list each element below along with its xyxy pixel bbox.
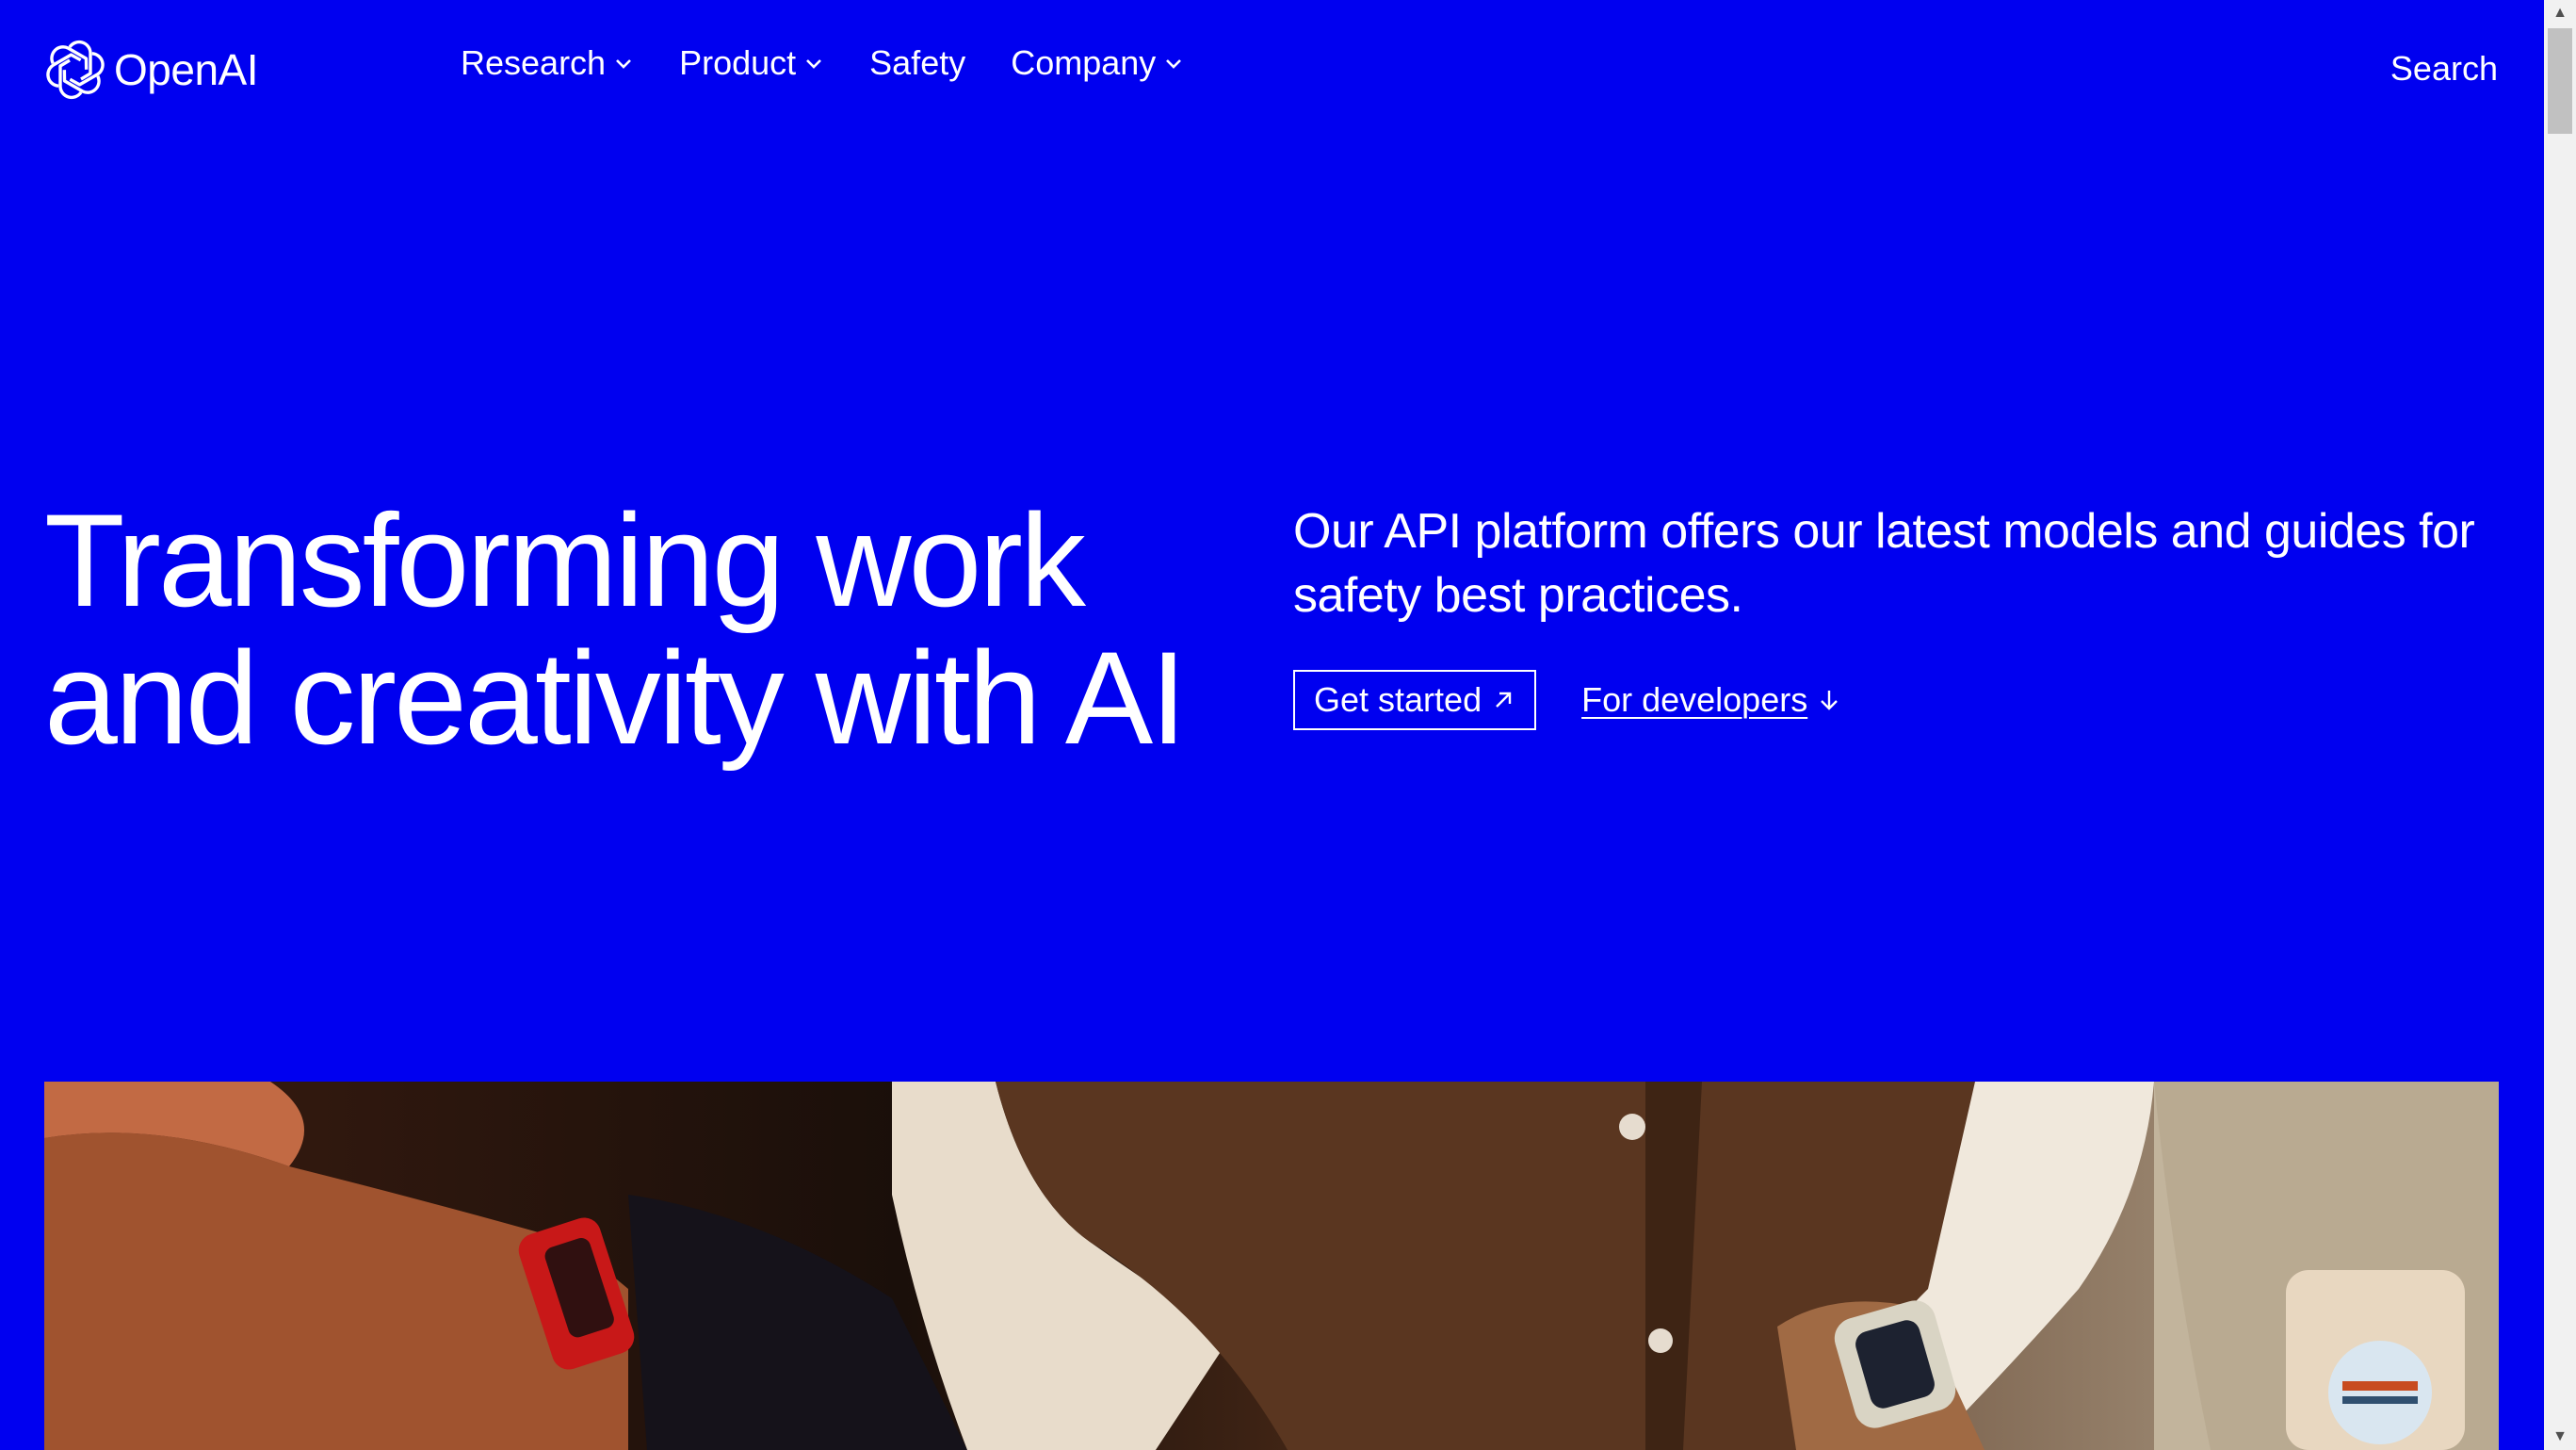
nav-item-label: Company bbox=[1011, 43, 1157, 82]
scroll-up-icon[interactable]: ▲ bbox=[2544, 0, 2576, 26]
logo-link[interactable]: OpenAI bbox=[44, 38, 259, 102]
chevron-down-icon bbox=[806, 59, 822, 69]
nav-item-safety[interactable]: Safety bbox=[869, 43, 965, 83]
hero-image bbox=[44, 1082, 2499, 1450]
main-nav: Research Product Safety Company bbox=[461, 43, 1184, 83]
search-button[interactable]: Search bbox=[2390, 49, 2498, 89]
get-started-label: Get started bbox=[1314, 680, 1482, 719]
scroll-thumb[interactable] bbox=[2548, 28, 2572, 134]
page: OpenAI Research Product Safety Company S… bbox=[0, 0, 2576, 1450]
arrow-down-icon bbox=[1821, 691, 1839, 710]
arrow-up-right-icon bbox=[1496, 692, 1512, 708]
page-scrollbar[interactable]: ▲ ▼ bbox=[2544, 0, 2576, 1450]
openai-blossom-icon bbox=[46, 40, 105, 100]
nav-item-company[interactable]: Company bbox=[1011, 43, 1184, 83]
cta-row: Get started For developers bbox=[1293, 670, 1841, 730]
for-developers-link[interactable]: For developers bbox=[1581, 680, 1841, 720]
nav-item-label: Product bbox=[679, 43, 797, 82]
scroll-down-icon[interactable]: ▼ bbox=[2544, 1424, 2576, 1450]
brand-name: OpenAI bbox=[114, 45, 259, 94]
for-developers-label: For developers bbox=[1581, 680, 1808, 719]
hero-title: Transforming work and creativity with AI bbox=[44, 486, 1187, 772]
nav-item-label: Safety bbox=[869, 43, 966, 82]
hero-subtitle: Our API platform offers our latest model… bbox=[1293, 504, 2475, 623]
get-started-button[interactable]: Get started bbox=[1293, 670, 1537, 730]
nav-item-product[interactable]: Product bbox=[679, 43, 824, 83]
chevron-down-icon bbox=[1166, 59, 1182, 69]
nav-item-research[interactable]: Research bbox=[461, 43, 634, 83]
site-header: OpenAI Research Product Safety Company S… bbox=[0, 0, 2544, 141]
nav-item-label: Research bbox=[461, 43, 607, 82]
people-with-smartwatches-photo bbox=[44, 1082, 2499, 1450]
chevron-down-icon bbox=[616, 59, 631, 69]
